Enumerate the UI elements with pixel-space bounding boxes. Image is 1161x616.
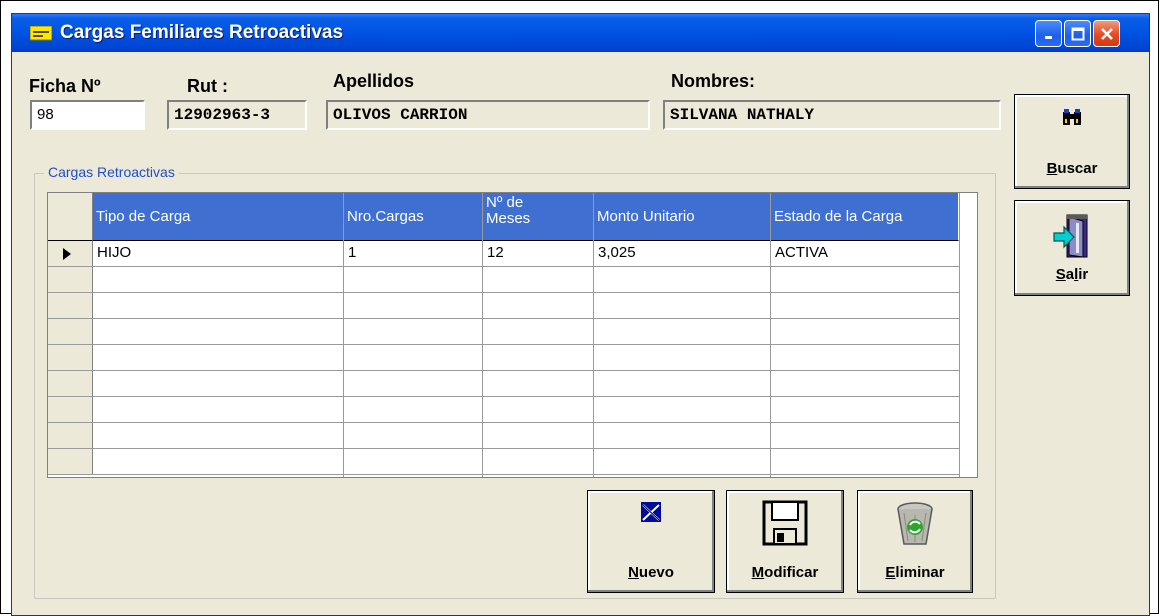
nuevo-label: Nuevo: [628, 564, 674, 581]
cargas-grid[interactable]: Tipo de Carga Nro.Cargas Nº de Meses Mon…: [47, 192, 978, 478]
grid-line: [48, 370, 959, 371]
rut-label: Rut :: [187, 76, 228, 96]
row-header[interactable]: [48, 241, 93, 267]
exit-door-icon: [1053, 214, 1088, 258]
ficha-label: Ficha Nº: [29, 76, 101, 96]
cell-tipo[interactable]: HIJO: [94, 241, 131, 265]
floppy-disk-icon: [762, 500, 808, 546]
window-title: Cargas Femiliares Retroactivas: [60, 22, 344, 43]
group-title: Cargas Retroactivas: [44, 164, 179, 180]
col-header-tipo[interactable]: Tipo de Carga: [93, 193, 344, 241]
modificar-button[interactable]: Modificar: [726, 490, 844, 593]
maximize-icon: [1071, 27, 1084, 40]
main-window: Cargas Femiliares Retroactivas Ficha Nº …: [11, 13, 1150, 616]
cell-nro[interactable]: 1: [345, 241, 356, 265]
grid-line: [48, 266, 959, 267]
form-icon: [30, 26, 52, 41]
grid-line: [593, 193, 594, 477]
eliminar-label: Eliminar: [885, 564, 945, 581]
grid-line: [770, 193, 771, 477]
grid-line: [48, 448, 959, 449]
grid-line: [48, 344, 959, 345]
row-header[interactable]: [48, 423, 93, 449]
row-header[interactable]: [48, 371, 93, 397]
salir-button[interactable]: Salir: [1014, 200, 1130, 296]
row-header[interactable]: [48, 345, 93, 371]
cell-meses[interactable]: 12: [484, 241, 504, 265]
grid-line: [48, 422, 959, 423]
title-bar[interactable]: Cargas Femiliares Retroactivas: [12, 14, 1149, 52]
nuevo-button[interactable]: Nuevo: [587, 490, 715, 593]
cell-monto[interactable]: 3,025: [595, 241, 636, 265]
close-button[interactable]: [1093, 20, 1120, 47]
grid-line: [343, 193, 344, 477]
eliminar-button[interactable]: Eliminar: [857, 490, 973, 593]
row-header[interactable]: [48, 293, 93, 319]
binoculars-icon: [1063, 109, 1081, 125]
grid-line: [48, 292, 959, 293]
grid-line: [48, 474, 959, 475]
triangle-right-icon: [63, 248, 71, 260]
new-record-icon: [641, 502, 661, 522]
salir-label: Salir: [1055, 266, 1089, 283]
grid-corner: [48, 193, 93, 241]
nombres-label: Nombres:: [671, 71, 756, 91]
row-header[interactable]: [48, 397, 93, 423]
col-header-estado[interactable]: Estado de la Carga: [771, 193, 959, 241]
buscar-label: Buscar: [1046, 160, 1098, 177]
rut-field: 12902963-3: [167, 100, 307, 130]
nombres-field: SILVANA NATHALY: [663, 100, 1001, 130]
row-header[interactable]: [48, 319, 93, 345]
grid-line: [48, 396, 959, 397]
row-header[interactable]: [48, 267, 93, 293]
minimize-icon: [1044, 35, 1052, 39]
cell-estado[interactable]: ACTIVA: [772, 241, 828, 265]
ficha-input[interactable]: 98: [30, 100, 145, 130]
close-icon: [1100, 27, 1113, 40]
col-header-monto[interactable]: Monto Unitario: [594, 193, 771, 241]
grid-line: [482, 193, 483, 477]
modificar-label: Modificar: [751, 564, 819, 581]
grid-empty-area: [959, 193, 977, 477]
buscar-button[interactable]: Buscar: [1014, 94, 1130, 189]
apellidos-label: Apellidos: [333, 71, 415, 91]
recycle-bin-icon: [897, 502, 933, 545]
row-header[interactable]: [48, 449, 93, 475]
col-header-nro[interactable]: Nro.Cargas: [344, 193, 483, 241]
apellidos-field: OLIVOS CARRION: [326, 100, 650, 130]
minimize-button[interactable]: [1035, 20, 1062, 47]
maximize-button[interactable]: [1064, 20, 1091, 47]
col-header-meses[interactable]: Nº de Meses: [483, 193, 594, 241]
grid-line: [48, 318, 959, 319]
